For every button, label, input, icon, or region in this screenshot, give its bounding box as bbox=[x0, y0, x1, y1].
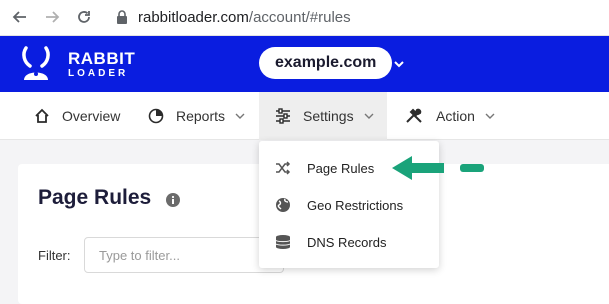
dropdown-item-label: Geo Restrictions bbox=[307, 197, 404, 213]
menu-item-overview[interactable]: Overview bbox=[34, 92, 120, 140]
forward-button[interactable] bbox=[42, 7, 62, 27]
logo-line2: LOADER bbox=[68, 67, 129, 79]
url-host: rabbitloader.com bbox=[138, 9, 249, 26]
back-button[interactable] bbox=[10, 7, 30, 27]
globe-icon bbox=[275, 197, 291, 213]
menu-item-label: Settings bbox=[303, 108, 354, 124]
menu-item-reports[interactable]: Reports bbox=[148, 92, 245, 140]
logo[interactable]: RABBIT LOADER bbox=[16, 44, 146, 84]
chevron-down-icon bbox=[485, 112, 495, 120]
home-icon bbox=[34, 108, 50, 124]
chevron-down-icon bbox=[364, 112, 374, 120]
dropdown-item-geo-restrictions[interactable]: Geo Restrictions bbox=[259, 187, 439, 223]
back-arrow-icon bbox=[12, 11, 26, 23]
lock-icon bbox=[116, 10, 128, 29]
filter-label: Filter: bbox=[38, 248, 71, 263]
annotation-arrow-icon bbox=[388, 150, 492, 191]
dropdown-item-dns-records[interactable]: DNS Records bbox=[259, 224, 439, 260]
app-header: RABBIT LOADER example.com bbox=[0, 36, 609, 92]
menu-item-label: Action bbox=[436, 108, 475, 124]
domain-selector[interactable]: example.com bbox=[259, 47, 393, 79]
address-bar[interactable]: rabbitloader.com/account/#rules bbox=[138, 9, 351, 26]
dropdown-item-label: Page Rules bbox=[307, 160, 375, 176]
browser-toolbar: rabbitloader.com/account/#rules bbox=[0, 0, 609, 36]
chevron-down-icon[interactable] bbox=[393, 57, 405, 75]
url-path: /account/#rules bbox=[248, 9, 351, 26]
sliders-icon bbox=[275, 108, 291, 124]
menu-item-label: Overview bbox=[62, 108, 121, 124]
chevron-down-icon bbox=[235, 112, 245, 120]
page-title: Page Rules bbox=[38, 186, 152, 209]
logo-text: RABBIT LOADER bbox=[68, 50, 135, 79]
reload-icon bbox=[78, 11, 90, 23]
rabbit-logo-icon bbox=[22, 46, 50, 80]
tools-icon bbox=[404, 108, 424, 124]
menu-item-settings[interactable]: Settings bbox=[259, 92, 387, 140]
info-icon[interactable] bbox=[166, 193, 180, 212]
menu-item-action[interactable]: Action bbox=[404, 92, 495, 140]
pie-chart-icon bbox=[148, 108, 164, 124]
reload-button[interactable] bbox=[74, 7, 94, 27]
database-icon bbox=[275, 234, 291, 250]
main-menu: Overview Reports Settings Action bbox=[0, 92, 609, 140]
forward-arrow-icon bbox=[46, 11, 60, 23]
filter-input[interactable] bbox=[84, 237, 284, 273]
menu-item-label: Reports bbox=[176, 108, 226, 124]
dropdown-item-label: DNS Records bbox=[307, 234, 387, 250]
shuffle-icon bbox=[275, 161, 291, 175]
logo-line1: RABBIT bbox=[68, 48, 136, 68]
